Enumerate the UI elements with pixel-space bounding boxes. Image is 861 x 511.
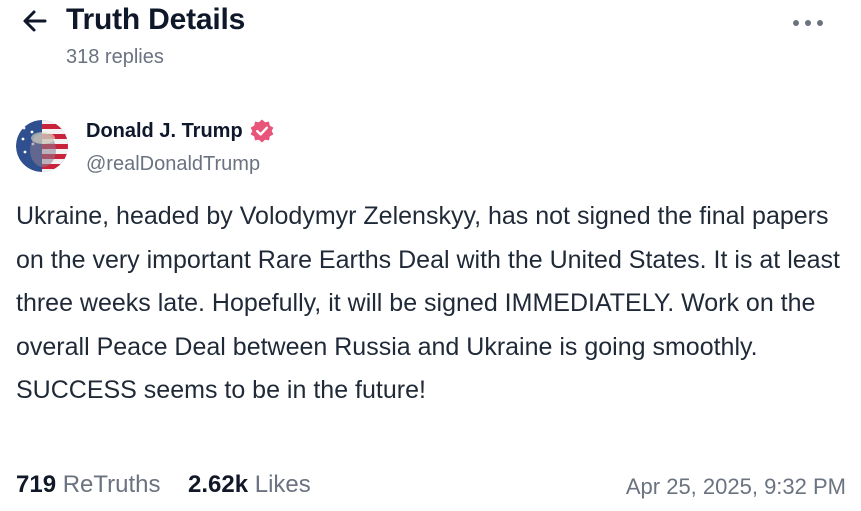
- arrow-left-icon: [23, 10, 47, 32]
- back-button[interactable]: [20, 6, 50, 36]
- avatar[interactable]: [16, 120, 68, 172]
- likes-label: Likes: [254, 471, 311, 498]
- replies-count: 318 replies: [66, 46, 164, 68]
- page-title: Truth Details: [66, 3, 246, 36]
- author-name-row: Donald J. Trump: [86, 118, 275, 144]
- retruths-count: 719: [16, 471, 57, 498]
- likes-count: 2.62k: [188, 471, 249, 498]
- post-stats: 719 ReTruths 2.62k Likes Apr 25, 2025, 9…: [16, 471, 846, 505]
- retruths-label: ReTruths: [62, 471, 161, 498]
- more-options-button[interactable]: [788, 10, 828, 36]
- author-name[interactable]: Donald J. Trump: [86, 120, 243, 143]
- post-text: Ukraine, headed by Volodymyr Zelenskyy, …: [16, 202, 840, 405]
- post-author: Donald J. Trump @realDonaldTrump: [16, 116, 516, 186]
- verified-badge-icon: [249, 118, 275, 144]
- author-handle[interactable]: @realDonaldTrump: [86, 153, 260, 176]
- retruths-stat[interactable]: 719 ReTruths: [16, 471, 161, 499]
- likes-stat[interactable]: 2.62k Likes: [188, 471, 311, 499]
- page-header: Truth Details 318 replies: [0, 0, 861, 80]
- more-horizontal-icon: [793, 20, 823, 26]
- post-timestamp: Apr 25, 2025, 9:32 PM: [625, 474, 846, 499]
